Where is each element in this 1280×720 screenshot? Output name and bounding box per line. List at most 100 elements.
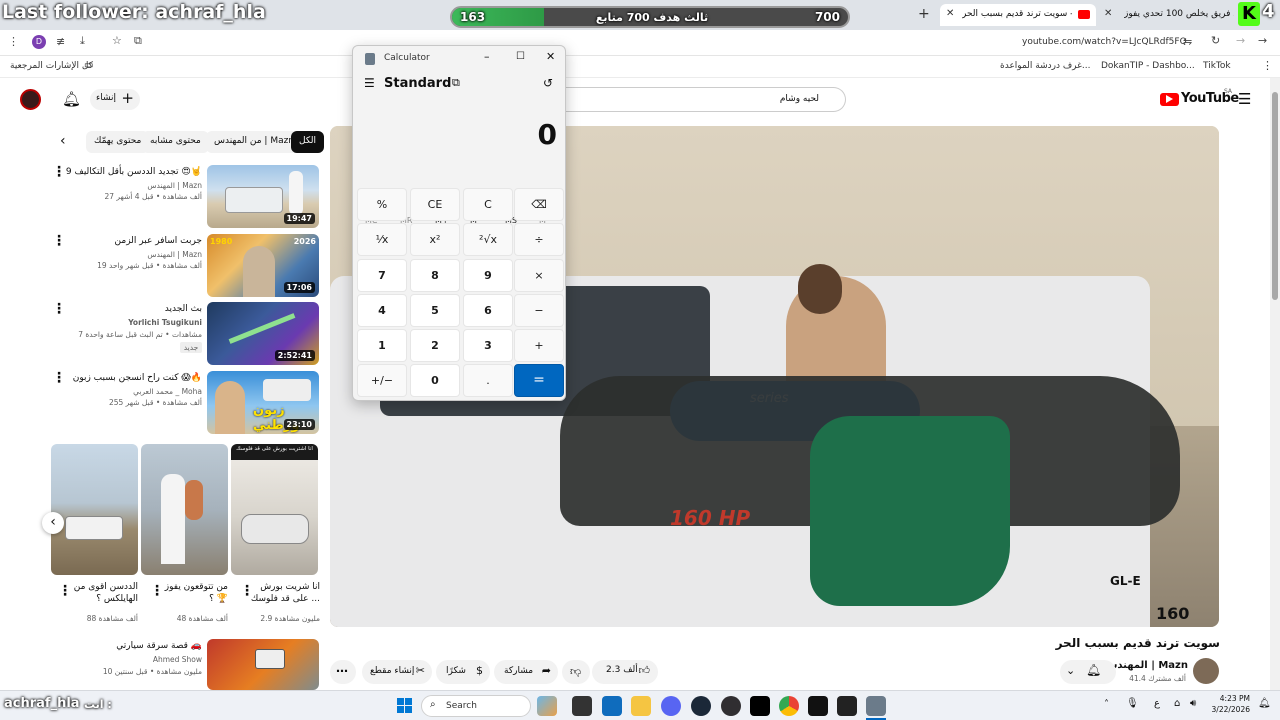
short-thumbnail[interactable]: انا اشتريت بورش على قد فلوسك bbox=[231, 444, 318, 575]
video-title[interactable]: جربت اسافر عبر الزمن bbox=[60, 235, 202, 247]
video-channel[interactable]: محمد العربي _ Moha bbox=[60, 386, 202, 397]
calc-key[interactable]: 2 bbox=[410, 329, 460, 362]
calc-key[interactable]: + bbox=[514, 329, 564, 362]
more-options-icon[interactable]: ⋮ bbox=[150, 583, 164, 599]
taskbar-search[interactable]: ⌕ Search bbox=[421, 695, 531, 717]
calc-key[interactable]: x² bbox=[410, 223, 460, 256]
page-scrollbar[interactable] bbox=[1270, 78, 1280, 690]
short-title[interactable]: من تتوقعون يفوز ؟ 🏆 bbox=[160, 581, 228, 605]
hamburger-menu-icon[interactable]: ☰ bbox=[1238, 90, 1251, 108]
chip-related[interactable]: محتوى مشابه bbox=[142, 131, 209, 153]
back-icon[interactable]: → bbox=[1258, 34, 1267, 47]
calculator-taskbar-icon[interactable] bbox=[866, 696, 886, 716]
calc-key[interactable]: +/− bbox=[357, 364, 407, 397]
history-icon[interactable]: ↺ bbox=[543, 76, 553, 90]
calc-key[interactable]: = bbox=[514, 364, 564, 397]
close-icon[interactable]: ✕ bbox=[546, 50, 555, 63]
video-title[interactable]: قصة سرقة سيارتي 🚗 bbox=[60, 640, 202, 652]
video-thumbnail[interactable]: 1980 2026 17:06 bbox=[207, 234, 319, 297]
terminal-icon[interactable] bbox=[750, 696, 770, 716]
calc-key[interactable]: × bbox=[514, 259, 564, 292]
calc-key[interactable]: 0 bbox=[410, 364, 460, 397]
calc-key[interactable]: ¹⁄x bbox=[357, 223, 407, 256]
chevron-left-icon[interactable]: ‹ bbox=[60, 133, 66, 149]
forward-icon[interactable]: → bbox=[1236, 34, 1245, 47]
calc-key[interactable]: % bbox=[357, 188, 407, 221]
youtube-logo-icon[interactable] bbox=[1160, 93, 1179, 106]
bookmark-item[interactable]: TikTok bbox=[1203, 61, 1231, 71]
site-settings-icon[interactable]: ⇋ bbox=[1183, 35, 1192, 48]
tab-inactive[interactable]: ✕ أول فريق يخلص 100 تحدي يفوز bbox=[1100, 4, 1236, 26]
chevron-left-icon[interactable]: ‹ bbox=[42, 512, 64, 534]
capcut-icon[interactable] bbox=[837, 696, 857, 716]
calc-key[interactable]: ÷ bbox=[514, 223, 564, 256]
calc-key[interactable]: 9 bbox=[463, 259, 513, 292]
calc-key[interactable]: C bbox=[463, 188, 513, 221]
calc-key[interactable]: ⌫ bbox=[514, 188, 564, 221]
network-icon[interactable]: ⌂ bbox=[1174, 698, 1180, 709]
notifications-bell-icon[interactable]: 🔔︎ bbox=[62, 90, 81, 108]
menu-dots-icon[interactable]: ⋮ bbox=[1262, 59, 1273, 72]
maximize-icon[interactable]: ☐ bbox=[516, 51, 525, 62]
calc-key[interactable]: CE bbox=[410, 188, 460, 221]
short-thumbnail[interactable] bbox=[51, 444, 138, 575]
all-bookmarks-label[interactable]: كل الإشارات المرجعية bbox=[10, 61, 93, 71]
short-title[interactable]: انا شريت بورش على قد فلوسك ... bbox=[250, 581, 320, 605]
windows-start-icon[interactable] bbox=[397, 698, 412, 713]
close-icon[interactable]: ✕ bbox=[1104, 8, 1112, 19]
bookmark-star-icon[interactable]: ☆ bbox=[112, 34, 122, 47]
video-thumbnail[interactable]: زبون ورطني 23:10 bbox=[207, 371, 319, 434]
more-options-icon[interactable]: ⋮ bbox=[52, 301, 66, 317]
clip-button[interactable]: إنشاء مقطع ✂ bbox=[362, 660, 432, 684]
new-tab-button[interactable]: + bbox=[918, 6, 930, 22]
calc-key[interactable]: 5 bbox=[410, 294, 460, 327]
obs-icon[interactable] bbox=[721, 696, 741, 716]
file-explorer-icon[interactable] bbox=[631, 696, 651, 716]
clock[interactable]: 4:23 PM 3/22/2026 bbox=[1206, 693, 1250, 715]
language-indicator[interactable]: ع bbox=[1154, 698, 1160, 709]
video-title[interactable]: بث الجديد bbox=[60, 303, 202, 315]
calc-key[interactable]: 4 bbox=[357, 294, 407, 327]
hamburger-menu-icon[interactable]: ☰ bbox=[364, 76, 375, 90]
calc-key[interactable]: − bbox=[514, 294, 564, 327]
share-button[interactable]: مشاركة ➦ bbox=[494, 660, 558, 684]
reload-icon[interactable]: ↻ bbox=[1211, 34, 1220, 47]
more-options-icon[interactable]: ⋮ bbox=[240, 583, 254, 599]
video-channel[interactable]: Yorlichi Tsugikuni bbox=[60, 317, 202, 328]
avatar[interactable] bbox=[20, 89, 41, 110]
search-input[interactable]: لحيه وشام bbox=[566, 87, 846, 112]
create-button[interactable]: إنشاء + bbox=[90, 89, 140, 110]
calculator-window[interactable]: Calculator – ☐ ✕ ☰ Standard ⧉ ↺ 0 MCMRM+… bbox=[352, 45, 566, 401]
minimize-icon[interactable]: – bbox=[484, 50, 490, 63]
short-thumbnail[interactable] bbox=[141, 444, 228, 575]
calc-key[interactable]: ²√x bbox=[463, 223, 513, 256]
discord-icon[interactable] bbox=[661, 696, 681, 716]
chip-recommended[interactable]: محتوى يهمّك bbox=[86, 131, 150, 153]
video-channel[interactable]: المهندس | Mazn bbox=[60, 180, 202, 191]
bookmark-item[interactable]: غرف دردشة المواعدة... bbox=[1000, 61, 1090, 71]
video-thumbnail[interactable]: 2:52:41 bbox=[207, 302, 319, 365]
notification-icon[interactable]: 🔔︎ bbox=[1258, 698, 1271, 709]
chevron-up-icon[interactable]: ˄ bbox=[1104, 699, 1109, 710]
thanks-button[interactable]: شكرًا $ bbox=[436, 660, 490, 684]
bookmark-item[interactable]: DokanTIP - Dashbo... bbox=[1101, 61, 1195, 71]
download-icon[interactable]: ⤓ bbox=[80, 34, 85, 48]
more-actions-icon[interactable]: ⋯ bbox=[330, 660, 356, 684]
short-title[interactable]: الددسن اقوى من الهايلكس ؟ bbox=[70, 581, 138, 605]
store-icon[interactable] bbox=[602, 696, 622, 716]
microphone-icon[interactable]: 🎙︎ bbox=[1126, 698, 1139, 709]
keep-on-top-icon[interactable]: ⧉ bbox=[452, 76, 460, 90]
like-button[interactable]: 2.3 ألف 👍︎ bbox=[592, 660, 658, 684]
scrollbar-thumb[interactable] bbox=[1272, 92, 1278, 300]
chip-from-channel[interactable]: من المهندس | Mazn bbox=[206, 131, 303, 153]
video-title[interactable]: كنت راح انسجن بسبب زبون 😱🔥 bbox=[60, 372, 202, 384]
video-channel[interactable]: Ahmed Show bbox=[60, 654, 202, 665]
profile-avatar[interactable]: D bbox=[32, 35, 46, 49]
more-options-icon[interactable]: ⋮ bbox=[52, 164, 66, 180]
chip-all[interactable]: الكل bbox=[291, 131, 325, 153]
subscribe-bell-button[interactable]: ⌄ 🔔︎ bbox=[1060, 660, 1116, 684]
video-thumbnail[interactable] bbox=[207, 639, 319, 690]
more-options-icon[interactable]: ⋮ bbox=[52, 370, 66, 386]
calc-key[interactable]: 8 bbox=[410, 259, 460, 292]
tab-active[interactable]: ✕ سويت ترند قديم بسبب الحر - ube bbox=[940, 4, 1096, 26]
